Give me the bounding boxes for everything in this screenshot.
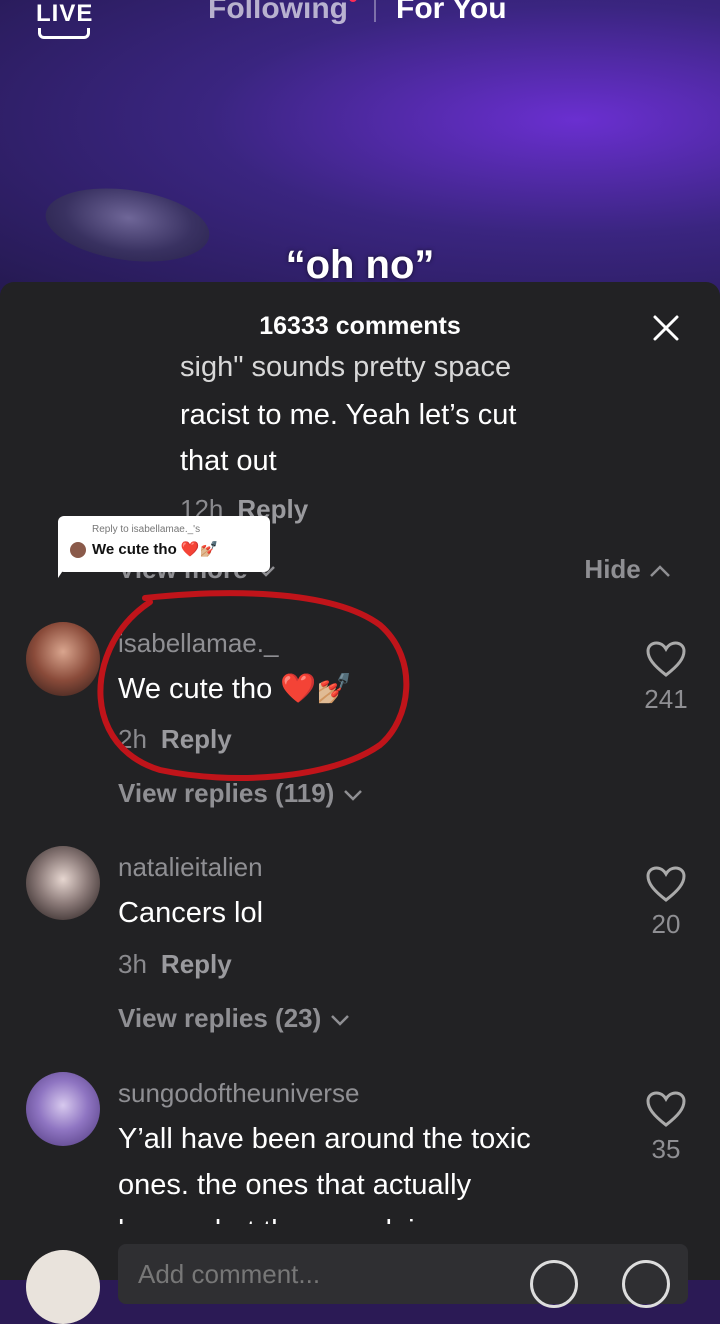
comment-text-line: that out — [180, 445, 277, 477]
comment-username[interactable]: sungodoftheuniverse — [118, 1078, 359, 1109]
notification-dot — [349, 0, 357, 2]
nav-divider — [374, 0, 376, 22]
reply-button[interactable]: Reply — [161, 724, 232, 754]
comment-text: We cute tho ❤️💅🏼 — [118, 673, 353, 705]
top-nav: LIVE Following For You — [0, 0, 720, 39]
comment-text-partial: sigh" sounds pretty space — [180, 356, 512, 383]
avatar — [26, 1250, 100, 1324]
comments-sheet: 16333 comments sigh" sounds pretty space… — [0, 282, 720, 1280]
hide-button[interactable]: Hide — [584, 554, 672, 585]
hide-label: Hide — [584, 554, 641, 584]
comment-input[interactable]: Add comment... — [118, 1244, 688, 1304]
comment-time: 3h — [118, 949, 147, 979]
view-replies-label: View replies (23) — [118, 1003, 322, 1033]
comment-text: Cancers lol — [118, 897, 264, 929]
comments-list[interactable]: sigh" sounds pretty space racist to me. … — [0, 356, 720, 1224]
comment-input-bar: Add comment... — [0, 1226, 720, 1324]
avatar[interactable] — [26, 1072, 100, 1146]
comment-time: 2h — [118, 724, 147, 754]
like-count: 35 — [651, 1134, 681, 1164]
comment-text-line: racist to me. Yeah let’s cut — [180, 399, 517, 431]
reply-sticker: Reply to isabellamae._'s We cute tho ❤️💅… — [58, 516, 270, 572]
heart-icon[interactable] — [645, 1090, 687, 1128]
comment-meta: 3h Reply — [118, 949, 232, 980]
like-count: 241 — [644, 684, 688, 714]
tab-following[interactable]: Following — [208, 0, 348, 26]
chevron-up-icon — [650, 565, 670, 577]
comment-meta: 2h Reply — [118, 724, 232, 755]
comment-text-line: know what they are doing are — [118, 1208, 497, 1224]
comment-username[interactable]: natalieitalien — [118, 852, 263, 883]
close-icon[interactable] — [652, 314, 680, 342]
reply-sticker-tail — [58, 560, 70, 578]
comment-text-line: Y’all have been around the toxic — [118, 1123, 531, 1155]
reply-sticker-text: We cute tho ❤️💅🏼 — [92, 541, 219, 558]
live-button[interactable]: LIVE — [36, 0, 93, 28]
avatar — [70, 542, 86, 558]
chevron-down-icon — [343, 790, 362, 801]
tab-for-you[interactable]: For You — [396, 0, 507, 26]
view-replies-label: View replies (119) — [118, 778, 335, 808]
heart-icon[interactable] — [645, 640, 687, 678]
avatar[interactable] — [26, 622, 100, 696]
reply-sticker-header: Reply to isabellamae._'s — [92, 524, 201, 535]
heart-icon[interactable] — [645, 865, 687, 903]
emoji-icon[interactable] — [622, 1260, 670, 1308]
comments-count-title: 16333 comments — [259, 312, 461, 340]
view-replies-button[interactable]: View replies (119) — [118, 778, 364, 809]
comment-username[interactable]: isabellamae._ — [118, 628, 278, 659]
like-count: 20 — [651, 909, 681, 939]
avatar[interactable] — [26, 846, 100, 920]
at-mention-icon[interactable] — [530, 1260, 578, 1308]
view-replies-button[interactable]: View replies (23) — [118, 1003, 351, 1034]
live-icon — [38, 28, 90, 39]
chevron-down-icon — [330, 1015, 349, 1026]
comment-text-line: ones. the ones that actually — [118, 1169, 472, 1201]
reply-button[interactable]: Reply — [161, 949, 232, 979]
